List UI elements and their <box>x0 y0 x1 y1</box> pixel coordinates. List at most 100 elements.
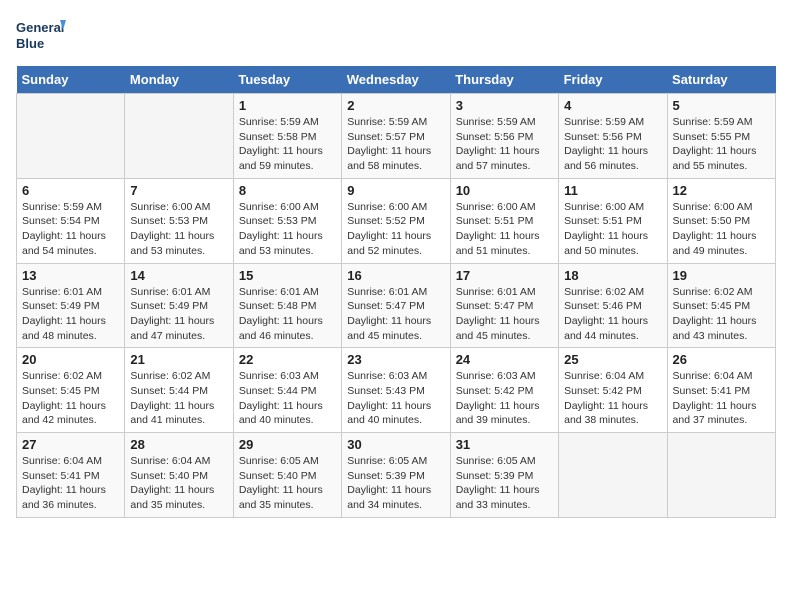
calendar-cell: 29Sunrise: 6:05 AM Sunset: 5:40 PM Dayli… <box>233 433 341 518</box>
calendar-cell: 21Sunrise: 6:02 AM Sunset: 5:44 PM Dayli… <box>125 348 233 433</box>
calendar-cell: 15 Sunrise: 6:01 AM Sunset: 5:48 PM Dayli… <box>233 263 341 348</box>
calendar-cell: 8 Sunrise: 6:00 AM Sunset: 5:53 PM Daylig… <box>233 178 341 263</box>
calendar-cell: 12 Sunrise: 6:00 AM Sunset: 5:50 PM Dayli… <box>667 178 775 263</box>
day-number: 17 <box>456 268 553 283</box>
calendar-cell: 31Sunrise: 6:05 AM Sunset: 5:39 PM Dayli… <box>450 433 558 518</box>
day-content: Sunrise: 6:00 AM Sunset: 5:51 PM Dayligh… <box>456 200 553 259</box>
day-number: 12 <box>673 183 770 198</box>
header-cell-sunday: Sunday <box>17 66 125 94</box>
day-number: 5 <box>673 98 770 113</box>
calendar-cell: 9 Sunrise: 6:00 AM Sunset: 5:52 PM Daylig… <box>342 178 450 263</box>
day-content: Sunrise: 6:01 AM Sunset: 5:47 PM Dayligh… <box>347 285 444 344</box>
day-number: 2 <box>347 98 444 113</box>
calendar-cell: 23Sunrise: 6:03 AM Sunset: 5:43 PM Dayli… <box>342 348 450 433</box>
day-content: Sunrise: 6:00 AM Sunset: 5:51 PM Dayligh… <box>564 200 661 259</box>
day-number: 8 <box>239 183 336 198</box>
day-content: Sunrise: 6:00 AM Sunset: 5:52 PM Dayligh… <box>347 200 444 259</box>
day-number: 28 <box>130 437 227 452</box>
calendar-cell: 5 Sunrise: 5:59 AM Sunset: 5:55 PM Daylig… <box>667 94 775 179</box>
calendar-cell: 2Sunrise: 5:59 AM Sunset: 5:57 PM Daylig… <box>342 94 450 179</box>
day-content: Sunrise: 5:59 AM Sunset: 5:55 PM Dayligh… <box>673 115 770 174</box>
day-number: 22 <box>239 352 336 367</box>
svg-text:General: General <box>16 20 64 35</box>
calendar-cell <box>17 94 125 179</box>
day-content: Sunrise: 6:03 AM Sunset: 5:44 PM Dayligh… <box>239 369 336 428</box>
day-content: Sunrise: 6:03 AM Sunset: 5:42 PM Dayligh… <box>456 369 553 428</box>
day-number: 16 <box>347 268 444 283</box>
calendar-cell: 11 Sunrise: 6:00 AM Sunset: 5:51 PM Dayli… <box>559 178 667 263</box>
calendar-cell: 18 Sunrise: 6:02 AM Sunset: 5:46 PM Dayli… <box>559 263 667 348</box>
calendar-cell: 16 Sunrise: 6:01 AM Sunset: 5:47 PM Dayli… <box>342 263 450 348</box>
day-number: 15 <box>239 268 336 283</box>
calendar-cell: 20 Sunrise: 6:02 AM Sunset: 5:45 PM Dayli… <box>17 348 125 433</box>
day-content: Sunrise: 6:05 AM Sunset: 5:40 PM Dayligh… <box>239 454 336 513</box>
calendar-cell <box>667 433 775 518</box>
day-content: Sunrise: 6:01 AM Sunset: 5:48 PM Dayligh… <box>239 285 336 344</box>
day-content: Sunrise: 6:05 AM Sunset: 5:39 PM Dayligh… <box>347 454 444 513</box>
day-number: 3 <box>456 98 553 113</box>
day-content: Sunrise: 6:04 AM Sunset: 5:42 PM Dayligh… <box>564 369 661 428</box>
day-number: 18 <box>564 268 661 283</box>
day-number: 30 <box>347 437 444 452</box>
day-number: 23 <box>347 352 444 367</box>
calendar-cell: 1Sunrise: 5:59 AM Sunset: 5:58 PM Daylig… <box>233 94 341 179</box>
day-content: Sunrise: 6:01 AM Sunset: 5:49 PM Dayligh… <box>130 285 227 344</box>
calendar-cell: 22 Sunrise: 6:03 AM Sunset: 5:44 PM Dayli… <box>233 348 341 433</box>
week-row-3: 13 Sunrise: 6:01 AM Sunset: 5:49 PM Dayli… <box>17 263 776 348</box>
calendar-cell: 3Sunrise: 5:59 AM Sunset: 5:56 PM Daylig… <box>450 94 558 179</box>
day-number: 25 <box>564 352 661 367</box>
day-content: Sunrise: 6:04 AM Sunset: 5:41 PM Dayligh… <box>22 454 119 513</box>
logo-svg: General Blue <box>16 16 66 56</box>
day-number: 9 <box>347 183 444 198</box>
day-content: Sunrise: 6:02 AM Sunset: 5:44 PM Dayligh… <box>130 369 227 428</box>
header-cell-thursday: Thursday <box>450 66 558 94</box>
calendar-cell: 30 Sunrise: 6:05 AM Sunset: 5:39 PM Dayli… <box>342 433 450 518</box>
day-content: Sunrise: 6:00 AM Sunset: 5:50 PM Dayligh… <box>673 200 770 259</box>
page-header: General Blue <box>16 16 776 56</box>
day-content: Sunrise: 6:04 AM Sunset: 5:41 PM Dayligh… <box>673 369 770 428</box>
day-content: Sunrise: 6:02 AM Sunset: 5:45 PM Dayligh… <box>22 369 119 428</box>
calendar-cell: 24 Sunrise: 6:03 AM Sunset: 5:42 PM Dayli… <box>450 348 558 433</box>
day-number: 10 <box>456 183 553 198</box>
calendar-cell: 17 Sunrise: 6:01 AM Sunset: 5:47 PM Dayli… <box>450 263 558 348</box>
day-content: Sunrise: 6:02 AM Sunset: 5:46 PM Dayligh… <box>564 285 661 344</box>
week-row-2: 6 Sunrise: 5:59 AM Sunset: 5:54 PM Daylig… <box>17 178 776 263</box>
day-content: Sunrise: 6:01 AM Sunset: 5:49 PM Dayligh… <box>22 285 119 344</box>
header-cell-saturday: Saturday <box>667 66 775 94</box>
day-number: 26 <box>673 352 770 367</box>
week-row-1: 1Sunrise: 5:59 AM Sunset: 5:58 PM Daylig… <box>17 94 776 179</box>
logo: General Blue <box>16 16 66 56</box>
calendar-cell <box>559 433 667 518</box>
day-number: 4 <box>564 98 661 113</box>
day-number: 31 <box>456 437 553 452</box>
day-content: Sunrise: 6:00 AM Sunset: 5:53 PM Dayligh… <box>130 200 227 259</box>
header-cell-friday: Friday <box>559 66 667 94</box>
day-content: Sunrise: 5:59 AM Sunset: 5:56 PM Dayligh… <box>564 115 661 174</box>
day-number: 27 <box>22 437 119 452</box>
day-number: 1 <box>239 98 336 113</box>
header-cell-monday: Monday <box>125 66 233 94</box>
calendar-cell: 28 Sunrise: 6:04 AM Sunset: 5:40 PM Dayli… <box>125 433 233 518</box>
header-cell-wednesday: Wednesday <box>342 66 450 94</box>
day-number: 24 <box>456 352 553 367</box>
calendar-cell: 26 Sunrise: 6:04 AM Sunset: 5:41 PM Dayli… <box>667 348 775 433</box>
week-row-4: 20 Sunrise: 6:02 AM Sunset: 5:45 PM Dayli… <box>17 348 776 433</box>
calendar-header: SundayMondayTuesdayWednesdayThursdayFrid… <box>17 66 776 94</box>
calendar-cell: 10 Sunrise: 6:00 AM Sunset: 5:51 PM Dayli… <box>450 178 558 263</box>
svg-text:Blue: Blue <box>16 36 44 51</box>
day-number: 6 <box>22 183 119 198</box>
week-row-5: 27 Sunrise: 6:04 AM Sunset: 5:41 PM Dayli… <box>17 433 776 518</box>
day-content: Sunrise: 6:00 AM Sunset: 5:53 PM Dayligh… <box>239 200 336 259</box>
calendar-cell: 19Sunrise: 6:02 AM Sunset: 5:45 PM Dayli… <box>667 263 775 348</box>
day-number: 13 <box>22 268 119 283</box>
day-content: Sunrise: 6:04 AM Sunset: 5:40 PM Dayligh… <box>130 454 227 513</box>
day-content: Sunrise: 6:01 AM Sunset: 5:47 PM Dayligh… <box>456 285 553 344</box>
calendar-table: SundayMondayTuesdayWednesdayThursdayFrid… <box>16 66 776 518</box>
calendar-cell: 13 Sunrise: 6:01 AM Sunset: 5:49 PM Dayli… <box>17 263 125 348</box>
day-content: Sunrise: 5:59 AM Sunset: 5:54 PM Dayligh… <box>22 200 119 259</box>
calendar-cell: 6 Sunrise: 5:59 AM Sunset: 5:54 PM Daylig… <box>17 178 125 263</box>
header-cell-tuesday: Tuesday <box>233 66 341 94</box>
day-number: 14 <box>130 268 227 283</box>
day-number: 11 <box>564 183 661 198</box>
day-number: 20 <box>22 352 119 367</box>
